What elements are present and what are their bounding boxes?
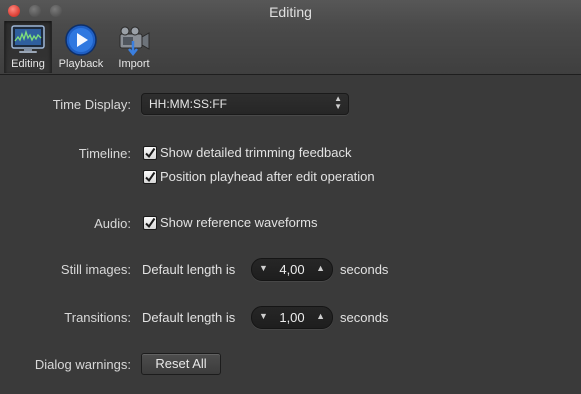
time-display-label: Time Display:: [52, 97, 131, 112]
transitions-label: Transitions:: [64, 310, 131, 325]
audio-row: Audio: Show reference waveforms: [0, 212, 581, 236]
toolbar-tab-import[interactable]: Import: [112, 21, 156, 73]
still-images-row: Still images: Default length is ▼ 4,00 ▲…: [0, 258, 581, 282]
increment-arrow-icon[interactable]: ▲: [316, 263, 325, 273]
toolbar-tab-editing[interactable]: Editing: [4, 21, 52, 73]
preferences-window: Editing Editing Playback Import Time Dis…: [0, 0, 581, 394]
transitions-stepper[interactable]: ▼ 1,00 ▲: [251, 306, 333, 329]
audio-label: Audio:: [94, 216, 131, 231]
dialog-warnings-row: Dialog warnings: Reset All: [0, 353, 581, 377]
increment-arrow-icon[interactable]: ▲: [316, 311, 325, 321]
detailed-trimming-text: Show detailed trimming feedback: [160, 145, 352, 160]
time-display-row: Time Display: HH:MM:SS:FF ▲ ▼: [0, 93, 581, 117]
timeline-row-1: Timeline: Show detailed trimming feedbac…: [0, 142, 581, 166]
toolbar-tab-label: Editing: [11, 58, 45, 70]
dialog-warnings-label: Dialog warnings:: [34, 357, 131, 372]
toolbar: Editing Editing Playback Import: [0, 0, 581, 75]
play-icon: [64, 23, 98, 60]
still-images-label: Still images:: [60, 262, 131, 277]
checkmark-icon: [145, 217, 156, 229]
detailed-trimming-checkbox[interactable]: [143, 146, 157, 160]
time-display-value: HH:MM:SS:FF: [149, 97, 227, 111]
reference-waveforms-checkbox[interactable]: [143, 216, 157, 230]
timeline-label: Timeline:: [78, 146, 131, 161]
toolbar-tab-playback[interactable]: Playback: [54, 21, 108, 73]
toolbar-tab-label: Playback: [58, 58, 104, 70]
checkmark-icon: [145, 147, 156, 159]
transitions-unit: seconds: [340, 310, 389, 325]
window-title: Editing: [269, 4, 312, 20]
time-display-popup[interactable]: HH:MM:SS:FF ▲ ▼: [141, 93, 349, 115]
position-playhead-text: Position playhead after edit operation: [160, 169, 375, 184]
editing-monitor-icon: [10, 23, 46, 58]
reference-waveforms-text: Show reference waveforms: [160, 215, 318, 230]
toolbar-tab-label: Import: [118, 58, 150, 70]
position-playhead-checkbox[interactable]: [143, 170, 157, 184]
transitions-prefix: Default length is: [142, 310, 236, 325]
reset-all-button[interactable]: Reset All: [141, 353, 221, 375]
still-images-prefix: Default length is: [142, 262, 236, 277]
still-images-unit: seconds: [340, 262, 389, 277]
updown-chevron-icon: ▲ ▼: [334, 94, 342, 111]
still-images-stepper[interactable]: ▼ 4,00 ▲: [251, 258, 333, 281]
checkmark-icon: [145, 171, 156, 183]
timeline-row-2: Position playhead after edit operation: [0, 166, 581, 190]
transitions-row: Transitions: Default length is ▼ 1,00 ▲ …: [0, 306, 581, 330]
camera-import-icon: [116, 23, 152, 60]
